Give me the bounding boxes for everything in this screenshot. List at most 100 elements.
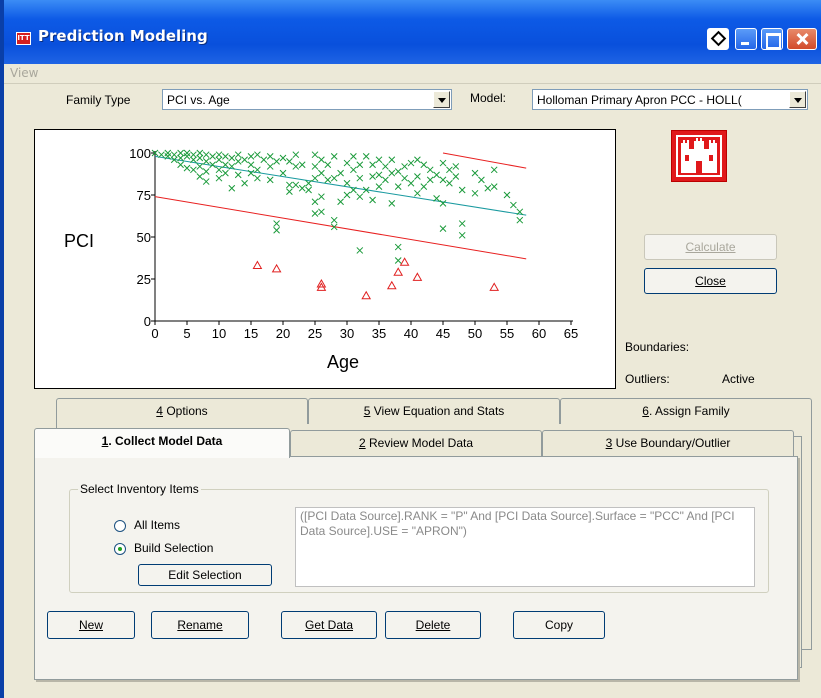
data-point-x [458,186,466,194]
select-inventory-legend: Select Inventory Items [78,482,201,496]
data-point-x [170,151,178,159]
data-point-x [202,178,210,185]
data-point-x [247,169,255,177]
outlier-point [252,260,263,270]
outlier-point [271,263,282,273]
data-point-x [375,171,383,179]
close-window-button[interactable] [787,28,817,50]
data-point-x [196,163,204,170]
menu-view[interactable]: View [10,66,38,80]
data-point-x [369,173,376,180]
data-point-x [414,189,421,197]
outlier-point [412,272,423,281]
data-point-x [311,210,319,217]
tab-boundary-label: Use Boundary/Outlier [612,436,731,450]
tab-collect-model-data[interactable]: 1. Collect Model Data [34,428,290,458]
tab-assign-family-label: . Assign Family [648,404,730,418]
tab-options-label: Options [162,404,208,418]
x-tick-label: 25 [308,326,322,341]
chart-panel: 0 5 10 15 20 25 30 35 40 45 50 55 60 65 0 25 50 75 100 Age P… [34,129,616,389]
outlier-point [386,280,397,290]
maximize-button[interactable] [761,28,783,50]
data-point-x [394,183,402,190]
data-point-x [286,181,293,189]
data-point-x [420,161,428,169]
tab-options-accel: 4 [156,404,163,418]
all-items-label: All Items [134,518,181,532]
data-point-x [279,154,287,162]
data-point-x [202,168,210,175]
help-button[interactable] [707,28,729,50]
new-button[interactable]: New [47,611,135,639]
data-point-x [426,176,434,184]
data-point-x [273,226,280,234]
data-point-x [407,159,415,167]
family-type-select[interactable]: PCI vs. Age [162,89,452,110]
minimize-button[interactable] [735,28,757,50]
app-icon: ITT [16,32,31,45]
title-bar[interactable]: ITT Prediction Modeling [4,0,821,64]
tab-review-model-data[interactable]: 2 Review Model Data [290,430,542,456]
data-point-x [254,151,261,159]
all-items-radio[interactable] [114,520,126,532]
data-point-x [202,151,210,159]
outlier-point [361,290,372,300]
data-point-x [215,174,223,182]
tab-assign-family[interactable]: 6. Assign Family [560,398,812,424]
data-point-x [228,184,236,192]
delete-button[interactable]: Delete [385,611,481,639]
data-point-x [222,169,229,177]
window-title: Prediction Modeling [38,27,208,45]
chevron-down-icon[interactable] [433,91,450,108]
data-point-x [266,163,274,170]
close-button[interactable]: Close [644,268,777,294]
data-point-x [311,174,319,182]
data-point-x [369,196,376,204]
tab-use-boundary[interactable]: 3 Use Boundary/Outlier [542,430,794,456]
data-point-x [382,163,389,170]
data-point-x [356,247,364,254]
data-point-x [446,166,453,174]
data-point-x [234,158,242,165]
data-point-x [484,184,492,192]
delete-label: Delete [415,618,451,632]
x-tick-label: 65 [564,326,578,341]
tab-options[interactable]: 4 Options [56,398,308,424]
build-selection-radio[interactable] [114,543,126,555]
selection-query-text[interactable]: ([PCI Data Source].RANK = "P" And [PCI D… [295,507,755,587]
chevron-down-icon[interactable] [789,91,806,108]
model-select[interactable]: Holloman Primary Apron PCC - HOLL( [532,89,808,110]
data-point-x [458,231,466,239]
data-point-x [305,186,312,194]
data-point-x [279,169,287,177]
build-selection-label: Build Selection [134,541,214,555]
data-point-x [292,181,300,189]
data-point-x [183,153,191,160]
get-data-button[interactable]: Get Data [281,611,377,639]
data-point-x [318,156,325,164]
data-point-x [343,191,351,199]
data-point-x [254,174,261,182]
y-tick-label: 75 [137,188,151,203]
data-point-x [292,163,300,170]
edit-selection-button[interactable]: Edit Selection [138,564,272,586]
data-point-x [177,161,184,169]
collect-model-data-panel: Select Inventory Items All Items Build S… [34,456,798,680]
x-tick-label: 60 [532,326,546,341]
data-point-x [298,161,306,169]
data-point-x [222,153,229,160]
data-point-x [420,183,428,190]
data-point-x [375,156,383,164]
tab-view-equation[interactable]: 5 View Equation and Stats [308,398,560,424]
rename-button[interactable]: Rename [151,611,249,639]
data-point-x [356,193,364,201]
data-point-x [458,220,466,227]
data-point-x [439,225,447,232]
copy-button[interactable]: Copy [513,611,605,639]
data-point-x [356,174,364,182]
data-point-x [215,166,223,174]
data-point-x [286,158,293,165]
data-point-x [318,169,325,177]
calculate-button[interactable]: Calculate [644,234,777,260]
data-point-x [190,156,197,164]
